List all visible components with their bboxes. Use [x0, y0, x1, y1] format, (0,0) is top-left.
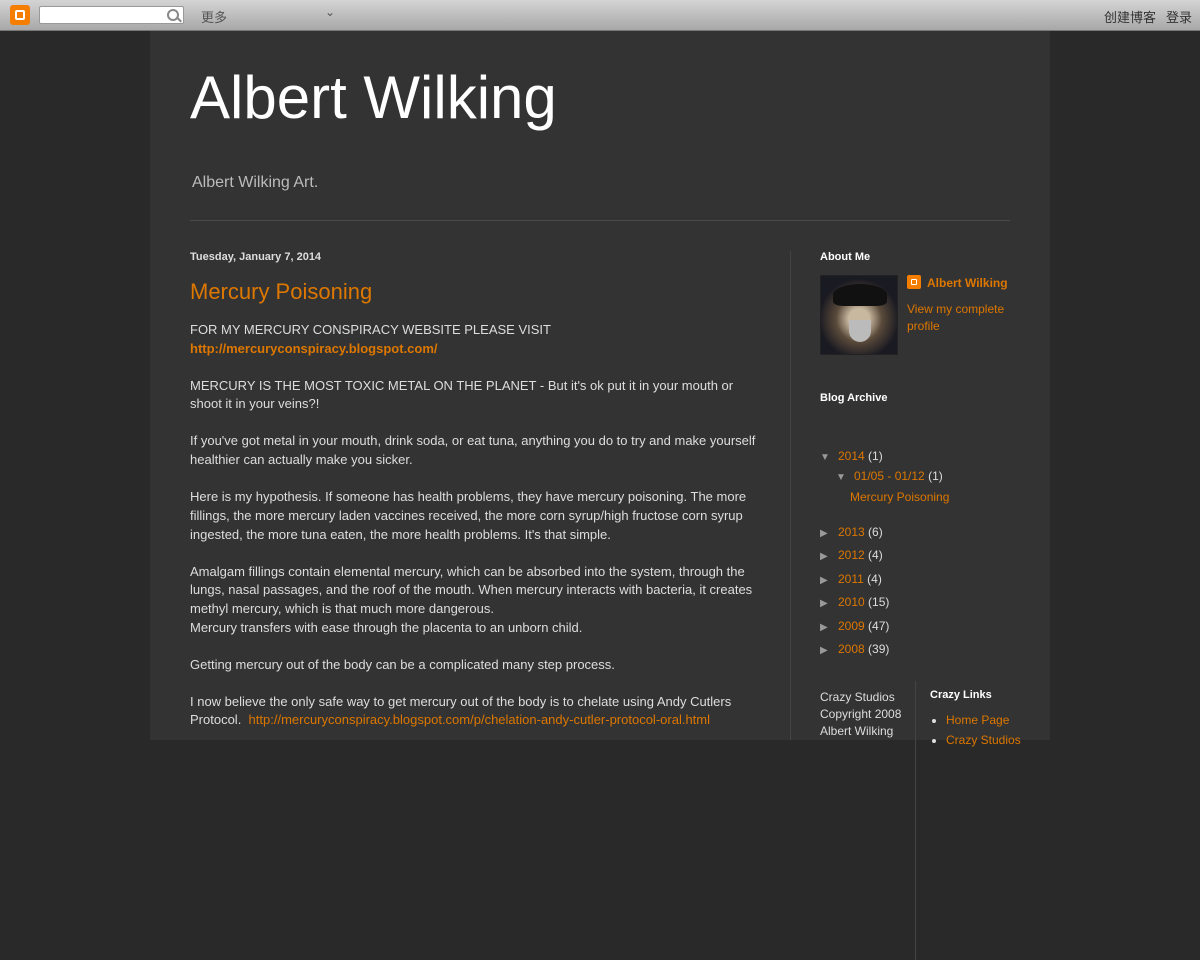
post-date: Tuesday, January 7, 2014 — [190, 251, 322, 263]
archive-year-2013[interactable]: ▶ 2013 (6) — [820, 525, 883, 539]
post-paragraph: Here is my hypothesis. If someone has he… — [190, 489, 747, 542]
archive-count: (4) — [867, 572, 882, 586]
avatar-beard — [849, 320, 871, 342]
triangle-right-icon[interactable]: ▶ — [820, 622, 838, 633]
avatar[interactable] — [820, 275, 898, 355]
archive-post-link-text[interactable]: Mercury Poisoning — [850, 490, 949, 504]
post-paragraph: If you've got metal in your mouth, drink… — [190, 433, 756, 468]
triangle-right-icon[interactable]: ▶ — [820, 598, 838, 609]
view-profile-link[interactable]: View my complete profile — [907, 301, 1017, 335]
mercury-conspiracy-link[interactable]: http://mercuryconspiracy.blogspot.com/ — [190, 341, 438, 356]
create-blog-link[interactable]: 创建博客 — [1104, 7, 1156, 26]
archive-post-link[interactable]: Mercury Poisoning — [850, 490, 949, 504]
post-body: FOR MY MERCURY CONSPIRACY WEBSITE PLEASE… — [190, 321, 760, 748]
triangle-down-icon[interactable]: ▼ — [820, 452, 838, 463]
links-divider — [915, 681, 916, 960]
blog-description: Albert Wilking Art. — [192, 174, 319, 191]
triangle-right-icon[interactable]: ▶ — [820, 645, 838, 656]
blog-title[interactable]: Albert Wilking — [190, 63, 557, 132]
blogger-profile-icon — [907, 275, 921, 289]
post-paragraph: I now believe the only safe way to get m… — [190, 693, 760, 730]
navbar: 更多 ⌄ 创建博客 登录 — [0, 0, 1200, 31]
archive-week-link[interactable]: 01/05 - 01/12 — [854, 469, 925, 483]
archive-week[interactable]: ▼ 01/05 - 01/12 (1) — [836, 469, 943, 483]
search-icon[interactable] — [167, 9, 179, 21]
search-input[interactable] — [39, 6, 184, 24]
profile-name-text: Albert Wilking — [927, 276, 1008, 290]
archive-year-link[interactable]: 2012 — [838, 548, 865, 562]
archive-year-2011[interactable]: ▶ 2011 (4) — [820, 572, 882, 586]
post-paragraph: MERCURY IS THE MOST TOXIC METAL ON THE P… — [190, 377, 734, 412]
archive-year-link[interactable]: 2008 — [838, 642, 865, 656]
blog-archive-heading: Blog Archive — [820, 392, 888, 404]
archive-year-link[interactable]: 2013 — [838, 525, 865, 539]
content-outer: Albert Wilking Albert Wilking Art. Tuesd… — [150, 31, 1050, 960]
archive-year-2009[interactable]: ▶ 2009 (47) — [820, 619, 889, 633]
copyright-text: Crazy Studios Copyright 2008 Albert Wilk… — [820, 690, 902, 738]
crazy-links-list: Home Page Crazy Studios — [930, 707, 1036, 747]
link-home-page[interactable]: Home Page — [946, 713, 1036, 727]
avatar-hat — [833, 284, 887, 306]
archive-year-link[interactable]: 2009 — [838, 619, 865, 633]
post-paragraph: Amalgam fillings contain elemental mercu… — [190, 563, 760, 638]
archive-year-link[interactable]: 2014 — [838, 449, 865, 463]
more-dropdown[interactable]: 更多 — [201, 7, 227, 26]
archive-year-link[interactable]: 2010 — [838, 595, 865, 609]
archive-year-2008[interactable]: ▶ 2008 (39) — [820, 642, 889, 656]
archive-year-2012[interactable]: ▶ 2012 (4) — [820, 548, 883, 562]
post-title[interactable]: Mercury Poisoning — [190, 279, 372, 305]
sidebar-divider — [790, 251, 791, 740]
triangle-right-icon[interactable]: ▶ — [820, 528, 838, 539]
link-crazy-studios[interactable]: Crazy Studios — [946, 733, 1036, 747]
about-me-heading: About Me — [820, 251, 871, 263]
chelation-protocol-link[interactable]: http://mercuryconspiracy.blogspot.com/p/… — [249, 712, 710, 727]
post-text: FOR MY MERCURY CONSPIRACY WEBSITE PLEASE… — [190, 322, 551, 337]
post-text: Mercury transfers with ease through the … — [190, 619, 583, 635]
archive-count: (1) — [928, 469, 943, 483]
archive-count: (15) — [868, 595, 890, 609]
post-text: Amalgam fillings contain elemental mercu… — [190, 563, 753, 616]
archive-year-2014[interactable]: ▼ 2014 (1) — [820, 449, 883, 463]
crazy-links-heading: Crazy Links — [930, 689, 992, 701]
archive-count: (6) — [868, 525, 883, 539]
post-paragraph: FOR MY MERCURY CONSPIRACY WEBSITE PLEASE… — [190, 321, 760, 358]
login-link[interactable]: 登录 — [1166, 7, 1192, 26]
post-paragraph: Getting mercury out of the body can be a… — [190, 656, 615, 672]
profile-name-link[interactable]: Albert Wilking — [907, 275, 1008, 290]
archive-year-link[interactable]: 2011 — [838, 572, 864, 586]
triangle-right-icon[interactable]: ▶ — [820, 575, 838, 586]
archive-count: (47) — [868, 619, 890, 633]
triangle-right-icon[interactable]: ▶ — [820, 551, 838, 562]
chevron-down-icon[interactable]: ⌄ — [325, 5, 335, 19]
archive-count: (1) — [868, 449, 883, 463]
header-divider — [190, 220, 1010, 221]
archive-count: (4) — [868, 548, 883, 562]
archive-count: (39) — [868, 642, 890, 656]
blogger-logo-icon[interactable] — [10, 5, 30, 25]
triangle-down-icon[interactable]: ▼ — [836, 472, 854, 483]
archive-year-2010[interactable]: ▶ 2010 (15) — [820, 595, 889, 609]
